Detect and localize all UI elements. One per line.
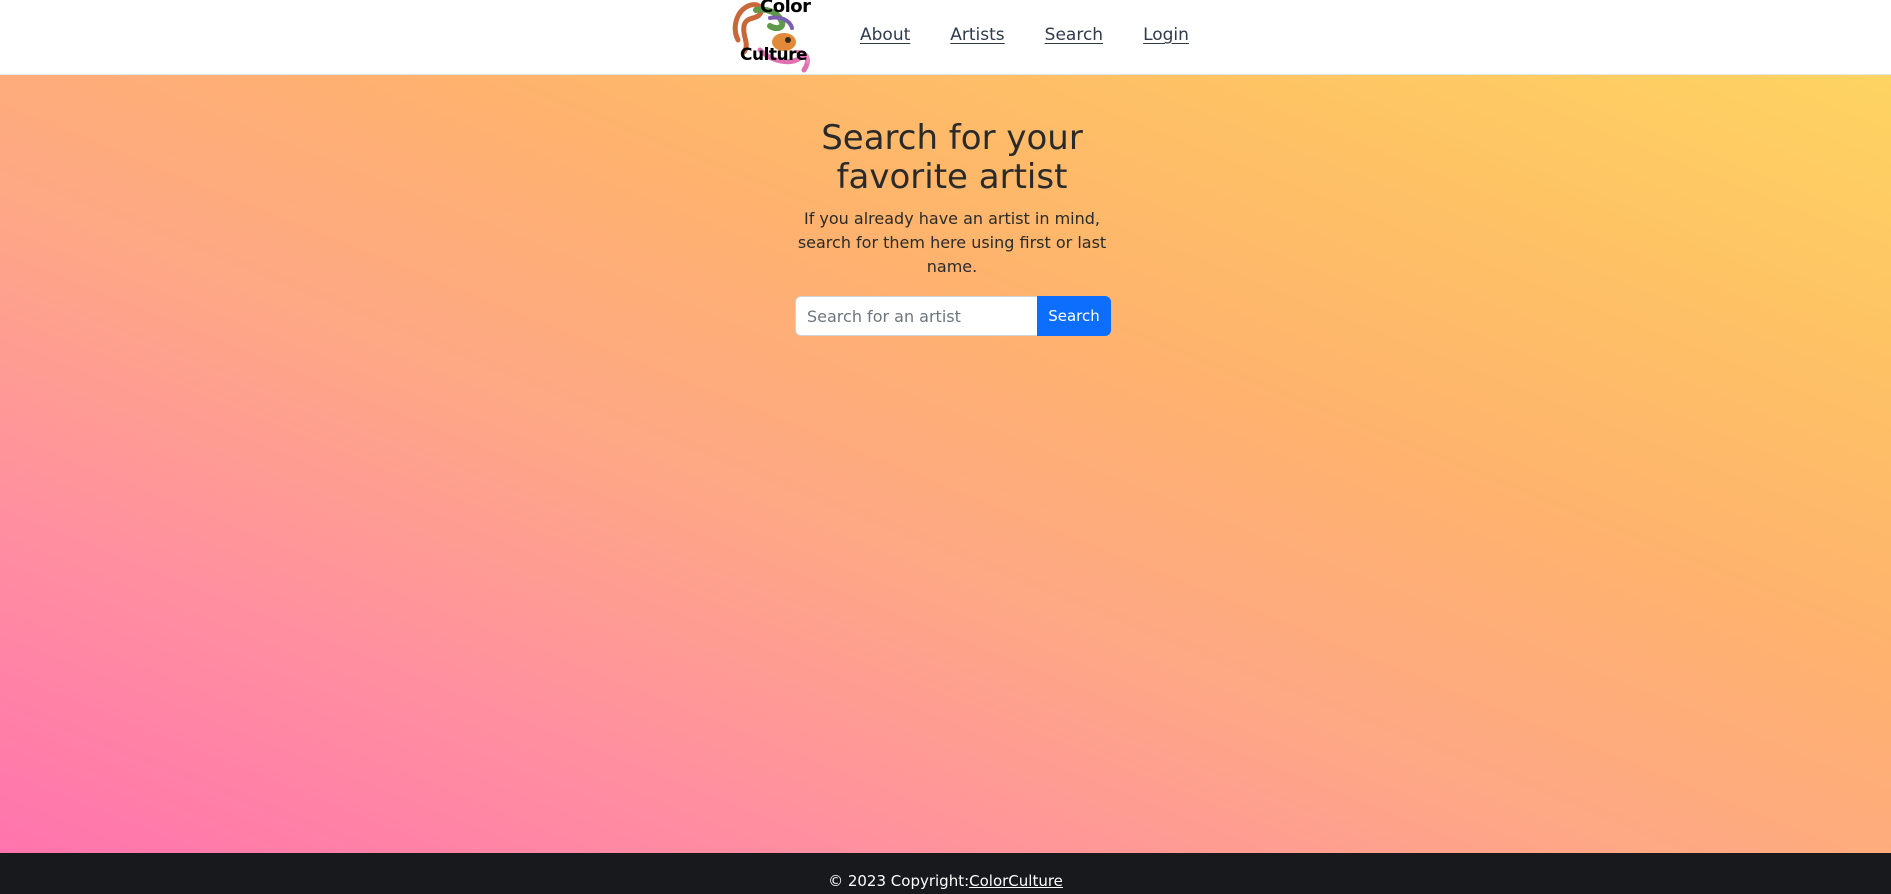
nav-link-search[interactable]: Search (1045, 24, 1103, 46)
artist-search-form: Search (795, 296, 1111, 336)
copyright-text: © 2023 Copyright: (828, 872, 970, 890)
footer-link-colorculture[interactable]: ColorCulture (969, 872, 1063, 890)
search-button[interactable]: Search (1037, 296, 1111, 336)
page-subtitle: If you already have an artist in mind, s… (797, 209, 1107, 276)
nav-link-artists[interactable]: Artists (950, 24, 1004, 46)
main-content: Search for your favorite artist If you a… (0, 75, 1891, 853)
nav-link-login[interactable]: Login (1143, 24, 1189, 46)
main-nav: About Artists Search Login (860, 24, 1229, 46)
site-header: Color Culture About Artists Search Login (0, 0, 1891, 75)
logo-link[interactable]: Color Culture (730, 0, 814, 74)
page-title: Search for your favorite artist (821, 118, 1083, 197)
search-input[interactable] (795, 296, 1037, 336)
logo-text-culture: Culture (740, 45, 808, 65)
logo-text-color: Color (760, 0, 811, 17)
search-hero: Search for your favorite artist If you a… (745, 119, 1159, 279)
nav-link-about[interactable]: About (860, 24, 910, 46)
site-footer: © 2023 Copyright:ColorCulture (0, 853, 1891, 894)
